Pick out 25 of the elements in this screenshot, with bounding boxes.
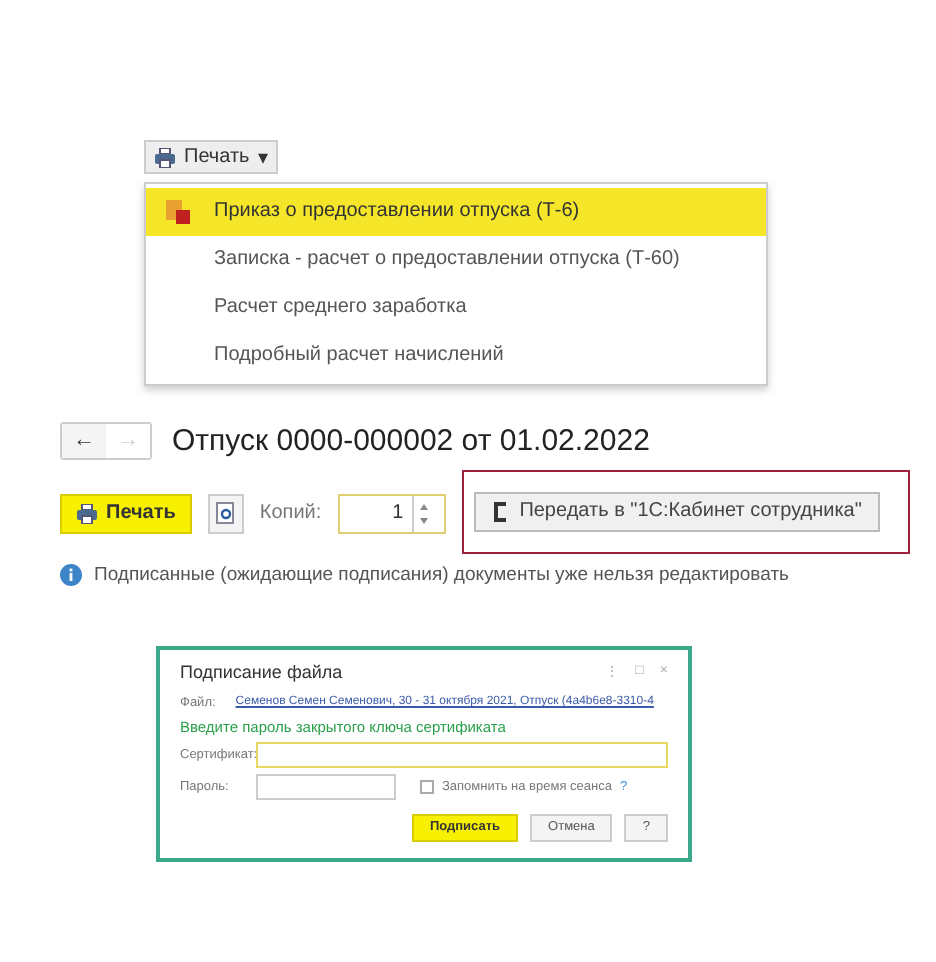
info-message: Подписанные (ожидающие подписания) документы уже нельзя редактировать	[94, 563, 790, 585]
menu-item[interactable]: Расчет среднего заработка	[146, 283, 766, 331]
magnifier-icon	[215, 502, 236, 524]
document-icon	[166, 199, 190, 223]
copies-field[interactable]: 1	[337, 493, 446, 533]
print-button[interactable]: Печать	[60, 493, 192, 533]
document-title: Отпуск 0000-000002 от 01.02.2022	[172, 423, 650, 457]
menu-item[interactable]: Записка - расчет о предоставлении отпуска (Т-60)	[146, 235, 766, 283]
preview-button[interactable]	[207, 493, 244, 533]
send-button[interactable]: Передать в "1С:Кабинет сотрудника"	[473, 491, 880, 531]
printer-icon	[154, 147, 176, 167]
copies-value: 1	[390, 502, 406, 524]
remember-checkbox[interactable]	[420, 779, 434, 793]
menu-item[interactable]: Приказ о предоставлении отпуска (Т-6)	[146, 187, 766, 235]
copies-label: Копий:	[259, 502, 322, 524]
info-icon	[60, 563, 82, 585]
menu-item[interactable]: Подробный расчет начислений	[146, 331, 766, 379]
password-field[interactable]	[256, 773, 396, 799]
print-menu-button[interactable]: Печать ▾	[144, 140, 278, 174]
printer-icon	[76, 503, 98, 523]
back-button[interactable]: ←	[62, 423, 106, 457]
logo-icon	[491, 501, 508, 521]
dialog-title: Подписание файла	[180, 661, 343, 681]
spinner-icon[interactable]	[411, 495, 434, 531]
certificate-field[interactable]	[256, 741, 668, 767]
